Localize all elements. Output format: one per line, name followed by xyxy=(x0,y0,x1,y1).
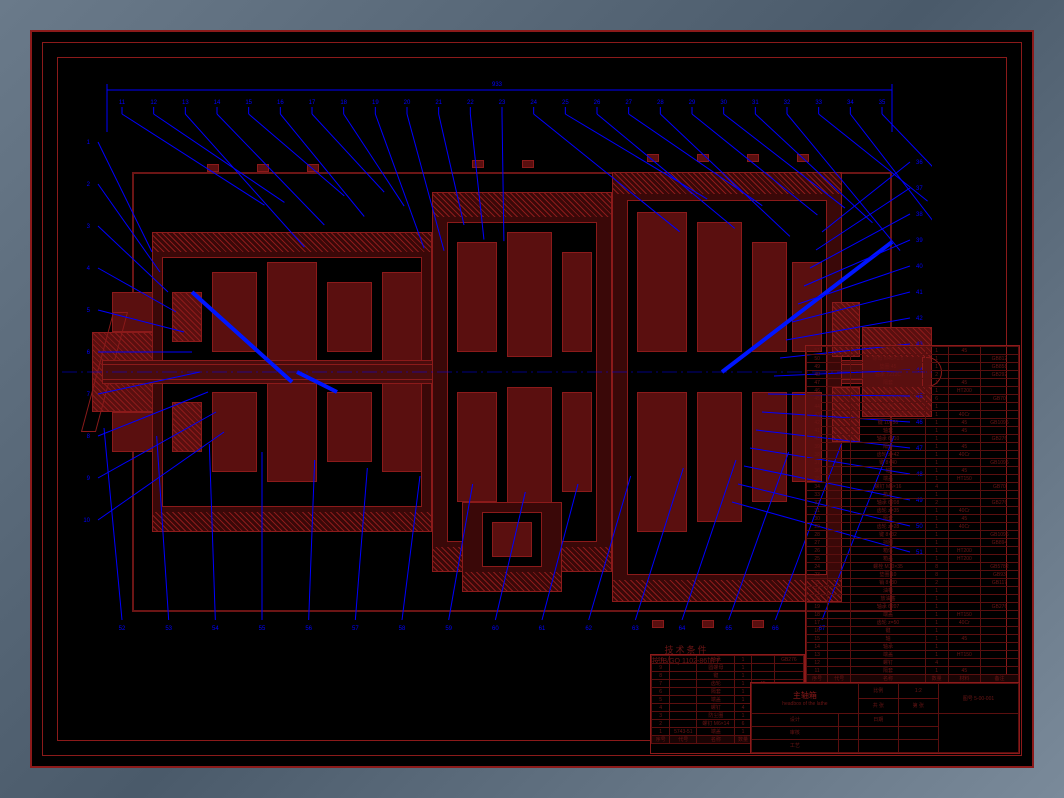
svg-text:59: 59 xyxy=(445,626,452,632)
svg-text:3: 3 xyxy=(87,224,91,230)
svg-text:28: 28 xyxy=(657,100,664,106)
svg-text:41: 41 xyxy=(916,290,923,296)
svg-text:19: 19 xyxy=(372,100,379,106)
svg-text:933: 933 xyxy=(492,82,503,88)
svg-text:21: 21 xyxy=(435,100,442,106)
svg-text:64: 64 xyxy=(679,626,686,632)
svg-text:4: 4 xyxy=(87,266,91,272)
title-block: 主轴箱 headbox of the lathe 比例1:2图号 5-00-00… xyxy=(750,682,1020,754)
svg-text:38: 38 xyxy=(916,212,923,218)
svg-text:53: 53 xyxy=(165,626,172,632)
svg-text:36: 36 xyxy=(916,160,923,166)
svg-text:1: 1 xyxy=(87,140,91,146)
svg-text:62: 62 xyxy=(585,626,592,632)
assembly-cross-section: 933 111213141516171819202122232425262728… xyxy=(92,112,902,652)
svg-text:55: 55 xyxy=(259,626,266,632)
svg-text:7: 7 xyxy=(87,392,91,398)
svg-text:25: 25 xyxy=(562,100,569,106)
svg-text:40: 40 xyxy=(916,264,923,270)
svg-text:20: 20 xyxy=(404,100,411,106)
svg-text:63: 63 xyxy=(632,626,639,632)
svg-text:54: 54 xyxy=(212,626,219,632)
svg-text:12: 12 xyxy=(150,100,157,106)
svg-text:10: 10 xyxy=(83,518,90,524)
svg-text:56: 56 xyxy=(305,626,312,632)
svg-text:18: 18 xyxy=(340,100,347,106)
svg-text:14: 14 xyxy=(214,100,221,106)
svg-text:39: 39 xyxy=(916,238,923,244)
svg-text:34: 34 xyxy=(847,100,854,106)
svg-text:22: 22 xyxy=(467,100,474,106)
svg-text:15: 15 xyxy=(245,100,252,106)
svg-text:31: 31 xyxy=(752,100,759,106)
svg-text:26: 26 xyxy=(594,100,601,106)
svg-text:9: 9 xyxy=(87,476,91,482)
svg-text:2: 2 xyxy=(87,182,91,188)
svg-text:30: 30 xyxy=(720,100,727,106)
svg-text:17: 17 xyxy=(309,100,316,106)
svg-text:5: 5 xyxy=(87,308,91,314)
svg-text:58: 58 xyxy=(399,626,406,632)
svg-text:6: 6 xyxy=(87,350,91,356)
svg-text:24: 24 xyxy=(530,100,537,106)
cad-drawing-frame: 933 111213141516171819202122232425262728… xyxy=(30,30,1034,768)
svg-text:33: 33 xyxy=(815,100,822,106)
svg-text:16: 16 xyxy=(277,100,284,106)
svg-text:32: 32 xyxy=(784,100,791,106)
svg-text:42: 42 xyxy=(916,316,923,322)
bom-table-right: 51主轴14550螺母 M45×1.51GB81249垫圈 451GB85848… xyxy=(805,345,1020,684)
svg-text:27: 27 xyxy=(625,100,632,106)
svg-text:13: 13 xyxy=(182,100,189,106)
svg-text:52: 52 xyxy=(119,626,126,632)
svg-text:65: 65 xyxy=(725,626,732,632)
svg-text:11: 11 xyxy=(119,100,126,106)
svg-text:23: 23 xyxy=(499,100,506,106)
svg-text:57: 57 xyxy=(352,626,359,632)
svg-text:61: 61 xyxy=(539,626,546,632)
svg-text:29: 29 xyxy=(689,100,696,106)
svg-text:8: 8 xyxy=(87,434,91,440)
svg-text:66: 66 xyxy=(772,626,779,632)
svg-text:37: 37 xyxy=(916,186,923,192)
annotation-overlay: 933 111213141516171819202122232425262728… xyxy=(62,72,932,632)
svg-text:35: 35 xyxy=(879,100,886,106)
svg-text:60: 60 xyxy=(492,626,499,632)
